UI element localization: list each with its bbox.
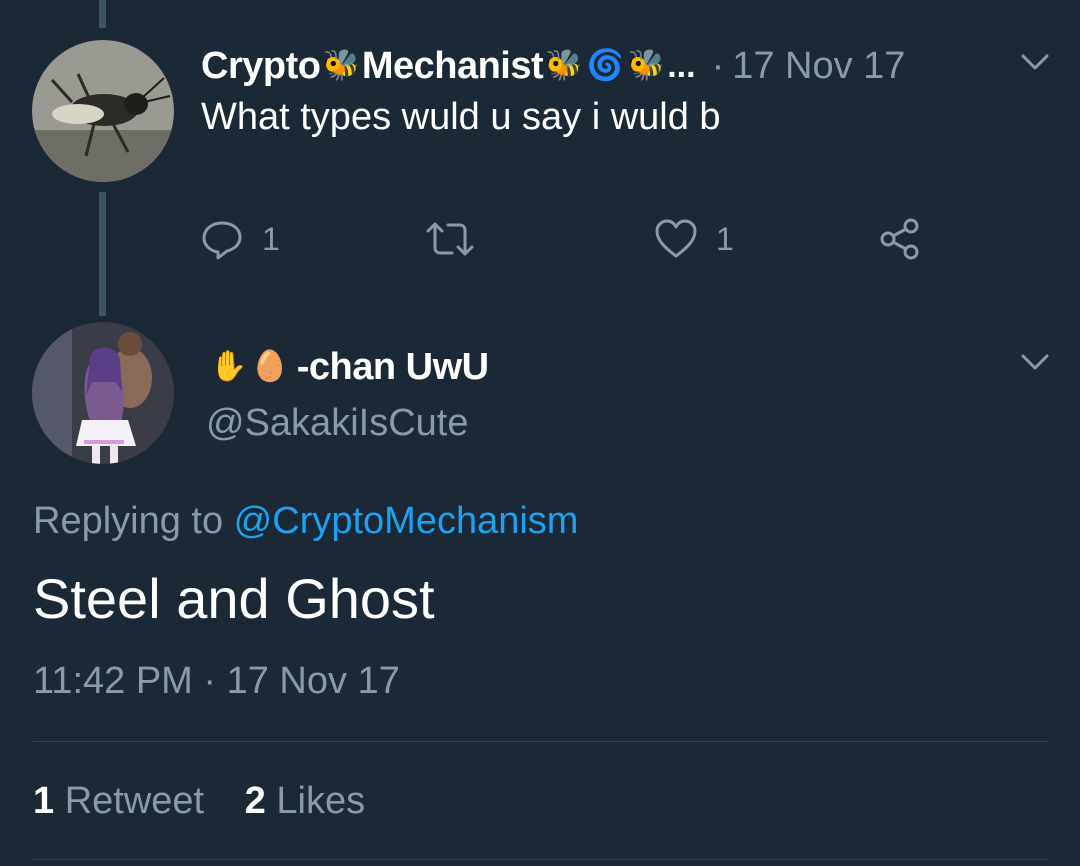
reply-button[interactable]: 1 <box>200 214 280 264</box>
avatar[interactable] <box>32 322 174 464</box>
display-name: -chan UwU <box>296 345 489 388</box>
reply-author[interactable]: ✋ 🥚 -chan UwU <box>208 342 489 392</box>
egg-emoji: 🥚 <box>251 350 289 383</box>
retweet-button[interactable] <box>424 214 476 264</box>
replying-to-label: Replying to <box>33 500 234 542</box>
display-name[interactable]: Crypto <box>201 45 321 88</box>
reply-icon <box>202 221 242 260</box>
share-icon <box>880 218 919 260</box>
name-truncation: ... <box>667 46 696 85</box>
avatar[interactable] <box>32 40 174 182</box>
tweet-text: Steel and Ghost <box>33 567 435 630</box>
parent-tweet-header: Crypto 🐝 Mechanist 🐝 🌀 🐝 ... · 17 Nov 17 <box>201 42 905 90</box>
tweet-timestamp: 11:42 PM · 17 Nov 17 <box>33 660 400 702</box>
bee-emoji: 🐝 <box>545 49 583 82</box>
share-button[interactable] <box>878 214 922 264</box>
retweet-label: Retweet <box>64 780 205 822</box>
retweet-count: 1 <box>33 780 55 822</box>
likes-stat[interactable]: 2 Likes <box>245 780 365 822</box>
retweet-stat[interactable]: 1 Retweet <box>33 780 204 822</box>
likes-count: 2 <box>244 780 266 822</box>
tweet-stats: 1 Retweet 2 Likes <box>33 780 365 823</box>
display-name-part2[interactable]: Mechanist <box>362 45 544 88</box>
divider <box>33 859 1048 860</box>
likes-label: Likes <box>276 780 366 822</box>
chevron-down-icon[interactable] <box>1020 352 1050 372</box>
chevron-down-icon[interactable] <box>1020 52 1050 72</box>
replying-to-link[interactable]: @CryptoMechanism <box>234 500 579 542</box>
separator-dot: · <box>711 44 725 87</box>
like-count: 1 <box>716 220 734 257</box>
reply-count: 1 <box>262 220 280 257</box>
user-handle[interactable]: @SakakiIsCute <box>206 402 468 445</box>
tweet-actions: 1 1 <box>200 214 960 264</box>
divider <box>33 741 1048 742</box>
replying-to: Replying to @CryptoMechanism <box>33 500 578 543</box>
tweet-text: What types wuld u say i wuld b <box>201 96 721 138</box>
like-icon <box>655 219 697 258</box>
thread-line-top <box>99 0 106 28</box>
thread-line <box>99 192 106 316</box>
bee-emoji: 🐝 <box>627 49 666 82</box>
bee-emoji: 🐝 <box>322 49 360 82</box>
raised-hand-emoji: ✋ <box>210 350 248 383</box>
retweet-icon <box>426 222 474 256</box>
cyclone-emoji: 🌀 <box>586 49 624 82</box>
tweet-time[interactable]: 17 Nov 17 <box>732 45 905 88</box>
like-button[interactable]: 1 <box>654 214 734 264</box>
